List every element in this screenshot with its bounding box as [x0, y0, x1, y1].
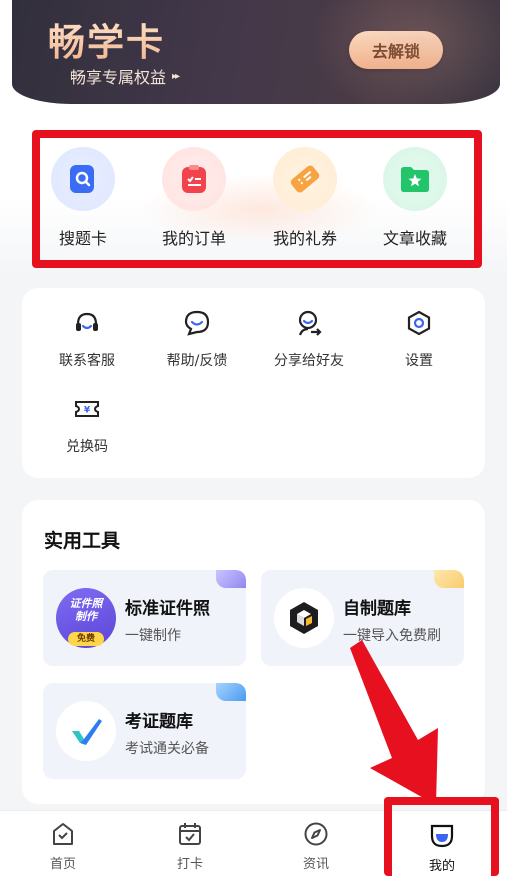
- tab-checkin[interactable]: 打卡: [140, 821, 240, 876]
- corner-decoration: [434, 570, 464, 588]
- service-help-feedback[interactable]: 帮助/反馈: [142, 308, 252, 388]
- compass-icon: [304, 822, 328, 846]
- tool-desc: 考试通关必备: [125, 741, 209, 757]
- chat-bubble-icon: [182, 308, 212, 338]
- free-badge: 免费: [68, 632, 104, 646]
- banner-area: 畅学卡 畅享专属权益 ▸▸ 去解锁: [0, 0, 507, 115]
- unlock-button[interactable]: 去解锁: [349, 31, 443, 69]
- highlight-annotation-box: [32, 130, 482, 268]
- checkmark-logo-icon: [56, 701, 116, 761]
- tool-standard-id-photo[interactable]: 证件照 制作 免费 标准证件照 一键制作: [43, 570, 246, 666]
- service-label: 帮助/反馈: [166, 353, 228, 369]
- cube-box-icon: [274, 588, 334, 648]
- highlight-annotation-box: [384, 797, 499, 876]
- service-customer-support[interactable]: 联系客服: [32, 308, 142, 388]
- service-label: 联系客服: [59, 353, 115, 369]
- tab-label: 资讯: [302, 857, 329, 872]
- vip-card-subtitle: 畅享专属权益 ▸▸: [70, 64, 180, 88]
- service-label: 分享给好友: [274, 353, 344, 369]
- service-settings[interactable]: 设置: [364, 308, 474, 388]
- tool-desc: 一键制作: [125, 628, 181, 644]
- tool-name: 考证题库: [125, 712, 193, 732]
- service-redeem-code[interactable]: ¥ 兑换码: [32, 394, 142, 474]
- redeem-ticket-icon: ¥: [72, 394, 102, 424]
- share-user-icon: [294, 308, 324, 338]
- headset-icon: [72, 308, 102, 338]
- tab-label: 打卡: [176, 857, 203, 872]
- id-photo-badge-icon: 证件照 制作 免费: [56, 588, 116, 648]
- tools-section-title: 实用工具: [44, 530, 121, 552]
- svg-text:¥: ¥: [84, 406, 91, 416]
- calendar-check-icon: [179, 823, 201, 845]
- corner-decoration: [216, 570, 246, 588]
- service-label: 兑换码: [66, 439, 108, 455]
- home-icon: [53, 823, 73, 845]
- tool-certification-question-bank[interactable]: 考证题库 考试通关必备: [43, 683, 246, 779]
- double-arrow-icon: ▸▸: [172, 70, 180, 82]
- tab-news[interactable]: 资讯: [266, 821, 366, 876]
- badge-line: 制作: [75, 610, 97, 623]
- tool-name: 标准证件照: [125, 599, 210, 619]
- service-share-friends[interactable]: 分享给好友: [254, 308, 364, 388]
- service-card: 联系客服 帮助/反馈 分享给好友 设置 ¥ 兑换码: [22, 288, 485, 478]
- corner-decoration: [216, 683, 246, 701]
- id-photo-badge: 证件照 制作 免费: [56, 588, 116, 648]
- tab-home[interactable]: 首页: [13, 821, 113, 876]
- vip-card-banner[interactable]: 畅学卡 畅享专属权益 ▸▸ 去解锁: [12, 0, 500, 104]
- tool-name: 自制题库: [343, 599, 411, 619]
- settings-hexagon-icon: [404, 308, 434, 338]
- badge-line: 证件照: [69, 597, 103, 610]
- vip-card-subtitle-text: 畅享专属权益: [70, 68, 167, 87]
- tab-label: 首页: [49, 857, 76, 872]
- service-label: 设置: [405, 353, 433, 369]
- vip-card-title: 畅学卡: [48, 12, 165, 66]
- red-arrow-annotation: [350, 640, 438, 805]
